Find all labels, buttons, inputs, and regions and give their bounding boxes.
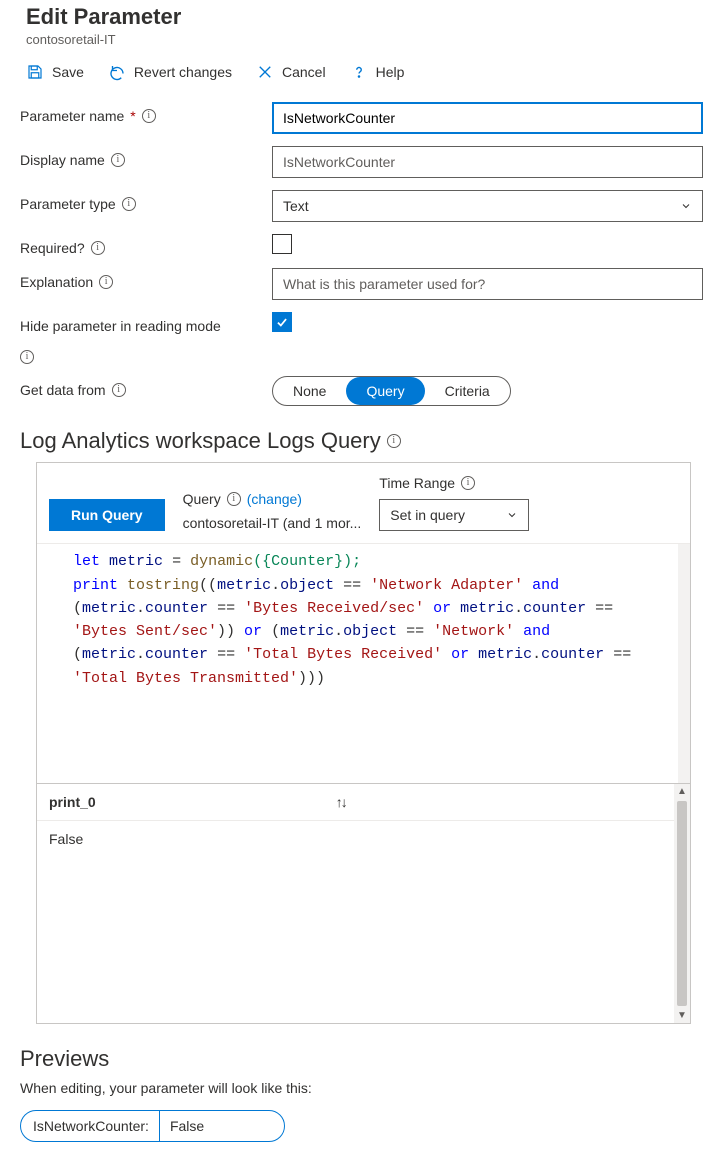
- get-data-label: Get data from: [20, 382, 106, 398]
- help-button[interactable]: Help: [350, 63, 405, 81]
- previews-title: Previews: [20, 1046, 703, 1072]
- info-icon[interactable]: i: [387, 434, 401, 448]
- undo-icon: [108, 63, 126, 81]
- save-icon: [26, 63, 44, 81]
- required-asterisk: *: [130, 108, 135, 124]
- info-icon[interactable]: i: [122, 197, 136, 211]
- explanation-input[interactable]: [272, 268, 703, 300]
- chevron-down-icon: [506, 509, 518, 521]
- query-scope-label: Query: [183, 491, 221, 507]
- param-name-input[interactable]: [272, 102, 703, 134]
- info-icon[interactable]: i: [20, 350, 34, 364]
- explanation-label: Explanation: [20, 274, 93, 290]
- info-icon[interactable]: i: [227, 492, 241, 506]
- revert-label: Revert changes: [134, 64, 232, 80]
- time-range-label: Time Range: [379, 475, 455, 491]
- query-code-editor[interactable]: let metric = dynamic({Counter}); print t…: [37, 543, 690, 783]
- seg-query[interactable]: Query: [346, 377, 424, 405]
- query-section-title: Log Analytics workspace Logs Query: [20, 428, 381, 454]
- close-icon: [256, 63, 274, 81]
- info-icon[interactable]: i: [99, 275, 113, 289]
- chevron-down-icon: [680, 200, 692, 212]
- revert-button[interactable]: Revert changes: [108, 63, 232, 81]
- info-icon[interactable]: i: [112, 383, 126, 397]
- editor-scrollbar[interactable]: [678, 544, 690, 783]
- run-query-button[interactable]: Run Query: [49, 499, 165, 531]
- results-col-0[interactable]: print_0: [49, 794, 96, 810]
- previews-note: When editing, your parameter will look l…: [20, 1080, 703, 1096]
- results-row-0: False: [49, 831, 83, 847]
- save-button[interactable]: Save: [26, 63, 84, 81]
- param-name-label: Parameter name: [20, 108, 124, 124]
- seg-none[interactable]: None: [273, 377, 346, 405]
- help-label: Help: [376, 64, 405, 80]
- preview-pill-value: False: [159, 1111, 284, 1141]
- preview-pill-label: IsNetworkCounter:: [21, 1111, 159, 1141]
- sort-icon[interactable]: ↑↓: [336, 794, 346, 810]
- hide-param-label: Hide parameter in reading mode: [20, 318, 221, 334]
- display-name-input[interactable]: [272, 146, 703, 178]
- query-results: print_0 ↑↓ False ▲ ▼: [36, 784, 691, 1024]
- time-range-value: Set in query: [390, 507, 465, 523]
- query-scope-value: contosoretail-IT (and 1 mor...: [183, 515, 362, 531]
- display-name-label: Display name: [20, 152, 105, 168]
- checkmark-icon: [275, 315, 289, 329]
- get-data-segmented: None Query Criteria: [272, 376, 511, 406]
- help-icon: [350, 63, 368, 81]
- info-icon[interactable]: i: [111, 153, 125, 167]
- scroll-up-icon[interactable]: ▲: [677, 784, 687, 799]
- param-type-value: Text: [283, 198, 309, 214]
- seg-criteria[interactable]: Criteria: [425, 377, 510, 405]
- scroll-down-icon[interactable]: ▼: [677, 1008, 687, 1023]
- cancel-label: Cancel: [282, 64, 326, 80]
- query-editor-container: Run Query Query i (change) contosoretail…: [36, 462, 691, 784]
- info-icon[interactable]: i: [91, 241, 105, 255]
- results-scrollbar[interactable]: ▲ ▼: [674, 784, 690, 1023]
- page-subtitle: contosoretail-IT: [26, 32, 683, 47]
- time-range-select[interactable]: Set in query: [379, 499, 529, 531]
- required-label: Required?: [20, 240, 85, 256]
- page-title: Edit Parameter: [26, 4, 683, 30]
- param-type-select[interactable]: Text: [272, 190, 703, 222]
- save-label: Save: [52, 64, 84, 80]
- required-checkbox[interactable]: [272, 234, 292, 254]
- preview-parameter-pill[interactable]: IsNetworkCounter: False: [20, 1110, 285, 1142]
- info-icon[interactable]: i: [142, 109, 156, 123]
- cancel-button[interactable]: Cancel: [256, 63, 326, 81]
- scroll-thumb[interactable]: [677, 801, 687, 1006]
- command-bar: Save Revert changes Cancel: [0, 53, 703, 92]
- param-type-label: Parameter type: [20, 196, 116, 212]
- hide-param-checkbox[interactable]: [272, 312, 292, 332]
- info-icon[interactable]: i: [461, 476, 475, 490]
- change-scope-link[interactable]: (change): [247, 491, 302, 507]
